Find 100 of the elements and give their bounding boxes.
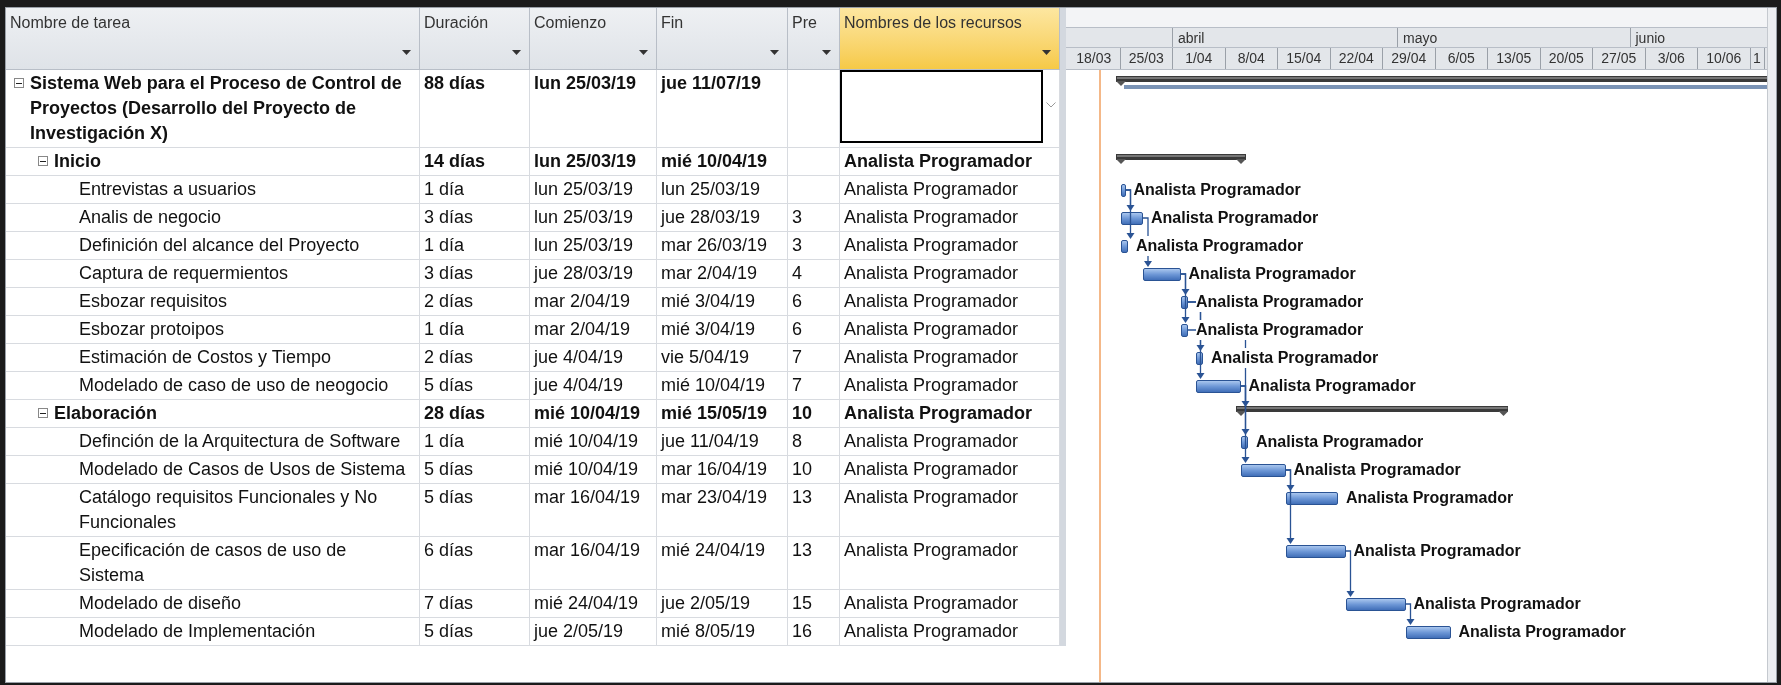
dropdown-arrow-icon[interactable]: [512, 50, 521, 55]
task-name: Sistema Web para el Proceso de Control de Proyectos (Desarrollo del Proyecto de Investigación X): [30, 72, 403, 145]
table-cell: lun 25/03/19: [530, 148, 657, 176]
table-cell: lun 25/03/19: [530, 176, 657, 204]
dropdown-arrow-icon[interactable]: [770, 50, 779, 55]
table-cell: [788, 148, 840, 176]
week-header: 15/04: [1278, 48, 1331, 69]
summary-bar[interactable]: [1115, 76, 1767, 90]
table-cell: Analista Programador: [840, 232, 1060, 260]
table-cell: 28 días: [420, 400, 530, 428]
table-cell: 6 días: [420, 537, 530, 590]
table-cell: 88 días: [420, 70, 530, 148]
table-cell: [788, 176, 840, 204]
task-name: Inicio: [54, 150, 101, 173]
task-bar[interactable]: [1120, 240, 1128, 253]
task-bar[interactable]: [1180, 296, 1188, 309]
summary-bar[interactable]: [1235, 406, 1508, 416]
dropdown-arrow-icon[interactable]: [822, 50, 831, 55]
task-name: Esbozar protoipos: [79, 318, 225, 341]
task-bar[interactable]: [1240, 464, 1286, 477]
table-cell: mar 16/04/19: [657, 456, 788, 484]
column-header[interactable]: Nombre de tarea: [6, 8, 420, 70]
table-cell: 1 día: [420, 316, 530, 344]
table-cell: 7: [788, 344, 840, 372]
task-bar[interactable]: [1285, 492, 1338, 505]
task-name: Analis de negocio: [79, 206, 222, 229]
task-bar[interactable]: [1120, 184, 1126, 197]
collapse-icon[interactable]: [38, 408, 48, 418]
table-cell: 10: [788, 400, 840, 428]
table-cell: 5 días: [420, 456, 530, 484]
week-header: 3/06: [1645, 48, 1698, 69]
dropdown-arrow-icon[interactable]: [1042, 50, 1051, 55]
table-cell: lun 25/03/19: [530, 70, 657, 148]
table-cell: Analista Programador: [840, 316, 1060, 344]
table-cell: Analista Programador: [840, 618, 1060, 646]
table-cell: mié 15/05/19: [657, 400, 788, 428]
table-cell: Analista Programador: [840, 590, 1060, 618]
vertical-scrollbar[interactable]: [1767, 8, 1776, 682]
table-cell: 7 días: [420, 590, 530, 618]
task-bar[interactable]: [1120, 212, 1143, 225]
table-cell: vie 5/04/19: [657, 344, 788, 372]
column-header[interactable]: Comienzo: [530, 8, 657, 70]
column-header[interactable]: Pre: [788, 8, 840, 70]
table-cell: 5 días: [420, 618, 530, 646]
table-cell: mar 2/04/19: [530, 288, 657, 316]
table-cell: 8: [788, 428, 840, 456]
table-cell: Analista Programador: [840, 400, 1060, 428]
task-bar[interactable]: [1345, 598, 1406, 611]
table-cell: mié 3/04/19: [657, 316, 788, 344]
table-cell: mié 24/04/19: [657, 537, 788, 590]
task-bar[interactable]: [1180, 324, 1188, 337]
bar-label: Analista Programador: [1196, 292, 1364, 312]
table-cell: 10: [788, 456, 840, 484]
table-cell: 6: [788, 288, 840, 316]
column-header[interactable]: Nombres de los recursos: [840, 8, 1060, 70]
dropdown-arrow-icon[interactable]: [402, 50, 411, 55]
week-header: 29/04: [1383, 48, 1436, 69]
table-cell: Analista Programador: [840, 288, 1060, 316]
month-header: mayo: [1398, 28, 1631, 47]
table-cell: mar 23/04/19: [657, 484, 788, 537]
column-label: Comienzo: [534, 14, 607, 31]
task-bar[interactable]: [1195, 380, 1241, 393]
task-bar[interactable]: [1285, 545, 1346, 558]
column-header[interactable]: Duración: [420, 8, 530, 70]
task-name: Modelado de diseño: [79, 592, 242, 615]
table-cell: mié 10/04/19: [657, 148, 788, 176]
table-cell: Analista Programador: [840, 344, 1060, 372]
column-label: Nombre de tarea: [10, 14, 131, 31]
week-header: 1: [1750, 48, 1765, 69]
resource-editor-field[interactable]: [840, 70, 1043, 143]
table-cell: 3 días: [420, 204, 530, 232]
task-name: Modelado de Casos de Usos de Sistema: [79, 458, 406, 481]
table-cell: 7: [788, 372, 840, 400]
task-name: Elaboración: [54, 402, 158, 425]
column-label: Pre: [792, 14, 817, 31]
column-header[interactable]: Fin: [657, 8, 788, 70]
bar-label: Analista Programador: [1458, 622, 1626, 642]
task-name: Modelado de caso de uso de neogocio: [79, 374, 389, 397]
table-cell: mié 8/05/19: [657, 618, 788, 646]
column-label: Duración: [424, 14, 489, 31]
table-cell: 1 día: [420, 428, 530, 456]
collapse-icon[interactable]: [14, 78, 24, 88]
bar-label: Analista Programador: [1293, 460, 1461, 480]
bar-label: Analista Programador: [1151, 208, 1319, 228]
bar-label: Analista Programador: [1248, 376, 1416, 396]
summary-bar[interactable]: [1115, 154, 1246, 164]
dependency-arrow: [1344, 550, 1355, 597]
task-bar[interactable]: [1405, 626, 1451, 639]
dependency-arrow: [1404, 603, 1415, 625]
collapse-icon[interactable]: [38, 156, 48, 166]
table-cell: jue 11/04/19: [657, 428, 788, 456]
task-bar[interactable]: [1143, 268, 1181, 281]
week-header: 13/05: [1488, 48, 1541, 69]
chevron-down-icon[interactable]: [1046, 102, 1056, 108]
table-cell: Analista Programador: [840, 176, 1060, 204]
table-cell: 5 días: [420, 372, 530, 400]
dropdown-arrow-icon[interactable]: [639, 50, 648, 55]
bar-label: Analista Programador: [1196, 320, 1364, 340]
task-bar[interactable]: [1240, 436, 1248, 449]
task-bar[interactable]: [1195, 352, 1203, 365]
